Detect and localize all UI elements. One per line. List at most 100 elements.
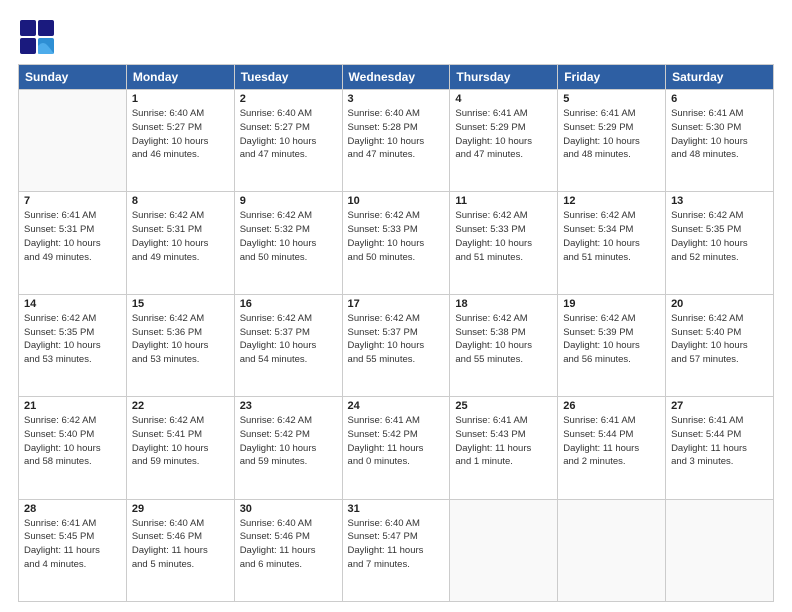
sunrise-text: Sunrise: 6:40 AM xyxy=(132,517,229,531)
sunrise-text: Sunrise: 6:42 AM xyxy=(455,312,552,326)
sunset-text: Sunset: 5:44 PM xyxy=(563,428,660,442)
calendar-week-row: 21Sunrise: 6:42 AMSunset: 5:40 PMDayligh… xyxy=(19,397,774,499)
day-info: Sunrise: 6:42 AMSunset: 5:37 PMDaylight:… xyxy=(240,312,337,367)
calendar-day-cell: 9Sunrise: 6:42 AMSunset: 5:32 PMDaylight… xyxy=(234,192,342,294)
daylight-text: Daylight: 10 hours xyxy=(24,237,121,251)
calendar-day-cell: 27Sunrise: 6:41 AMSunset: 5:44 PMDayligh… xyxy=(666,397,774,499)
daylight-text: and 49 minutes. xyxy=(132,251,229,265)
day-number: 28 xyxy=(24,503,121,515)
sunset-text: Sunset: 5:31 PM xyxy=(24,223,121,237)
daylight-text: and 48 minutes. xyxy=(671,148,768,162)
sunset-text: Sunset: 5:37 PM xyxy=(240,326,337,340)
day-number: 16 xyxy=(240,298,337,310)
sunset-text: Sunset: 5:32 PM xyxy=(240,223,337,237)
calendar-day-cell: 1Sunrise: 6:40 AMSunset: 5:27 PMDaylight… xyxy=(126,90,234,192)
day-number: 3 xyxy=(348,93,445,105)
day-number: 17 xyxy=(348,298,445,310)
calendar-week-row: 7Sunrise: 6:41 AMSunset: 5:31 PMDaylight… xyxy=(19,192,774,294)
calendar-week-row: 28Sunrise: 6:41 AMSunset: 5:45 PMDayligh… xyxy=(19,499,774,601)
weekday-header-cell: Thursday xyxy=(450,65,558,90)
day-info: Sunrise: 6:40 AMSunset: 5:46 PMDaylight:… xyxy=(240,517,337,572)
sunset-text: Sunset: 5:36 PM xyxy=(132,326,229,340)
daylight-text: and 1 minute. xyxy=(455,455,552,469)
daylight-text: and 57 minutes. xyxy=(671,353,768,367)
day-info: Sunrise: 6:42 AMSunset: 5:34 PMDaylight:… xyxy=(563,209,660,264)
day-info: Sunrise: 6:41 AMSunset: 5:30 PMDaylight:… xyxy=(671,107,768,162)
calendar-day-cell: 2Sunrise: 6:40 AMSunset: 5:27 PMDaylight… xyxy=(234,90,342,192)
day-number: 29 xyxy=(132,503,229,515)
day-number: 18 xyxy=(455,298,552,310)
day-info: Sunrise: 6:42 AMSunset: 5:40 PMDaylight:… xyxy=(671,312,768,367)
calendar-week-row: 1Sunrise: 6:40 AMSunset: 5:27 PMDaylight… xyxy=(19,90,774,192)
sunrise-text: Sunrise: 6:42 AM xyxy=(348,209,445,223)
sunrise-text: Sunrise: 6:41 AM xyxy=(455,107,552,121)
day-number: 7 xyxy=(24,195,121,207)
calendar-day-cell xyxy=(558,499,666,601)
day-info: Sunrise: 6:41 AMSunset: 5:44 PMDaylight:… xyxy=(563,414,660,469)
daylight-text: and 56 minutes. xyxy=(563,353,660,367)
daylight-text: and 50 minutes. xyxy=(348,251,445,265)
day-number: 19 xyxy=(563,298,660,310)
sunset-text: Sunset: 5:42 PM xyxy=(348,428,445,442)
day-number: 22 xyxy=(132,400,229,412)
daylight-text: Daylight: 10 hours xyxy=(132,442,229,456)
day-number: 2 xyxy=(240,93,337,105)
calendar-day-cell xyxy=(19,90,127,192)
sunset-text: Sunset: 5:35 PM xyxy=(671,223,768,237)
sunset-text: Sunset: 5:33 PM xyxy=(455,223,552,237)
sunrise-text: Sunrise: 6:41 AM xyxy=(24,209,121,223)
daylight-text: Daylight: 10 hours xyxy=(240,339,337,353)
calendar-day-cell: 5Sunrise: 6:41 AMSunset: 5:29 PMDaylight… xyxy=(558,90,666,192)
daylight-text: Daylight: 11 hours xyxy=(563,442,660,456)
daylight-text: and 53 minutes. xyxy=(24,353,121,367)
day-info: Sunrise: 6:42 AMSunset: 5:39 PMDaylight:… xyxy=(563,312,660,367)
sunrise-text: Sunrise: 6:42 AM xyxy=(240,414,337,428)
calendar-day-cell xyxy=(666,499,774,601)
day-number: 30 xyxy=(240,503,337,515)
daylight-text: and 55 minutes. xyxy=(455,353,552,367)
daylight-text: Daylight: 10 hours xyxy=(132,237,229,251)
weekday-header-cell: Tuesday xyxy=(234,65,342,90)
daylight-text: Daylight: 10 hours xyxy=(563,135,660,149)
daylight-text: Daylight: 10 hours xyxy=(348,135,445,149)
day-info: Sunrise: 6:41 AMSunset: 5:42 PMDaylight:… xyxy=(348,414,445,469)
sunset-text: Sunset: 5:46 PM xyxy=(132,530,229,544)
daylight-text: and 46 minutes. xyxy=(132,148,229,162)
daylight-text: Daylight: 10 hours xyxy=(671,237,768,251)
day-number: 23 xyxy=(240,400,337,412)
daylight-text: Daylight: 10 hours xyxy=(671,135,768,149)
daylight-text: Daylight: 10 hours xyxy=(240,135,337,149)
day-info: Sunrise: 6:42 AMSunset: 5:36 PMDaylight:… xyxy=(132,312,229,367)
day-info: Sunrise: 6:41 AMSunset: 5:29 PMDaylight:… xyxy=(455,107,552,162)
daylight-text: and 4 minutes. xyxy=(24,558,121,572)
daylight-text: Daylight: 11 hours xyxy=(455,442,552,456)
calendar-body: 1Sunrise: 6:40 AMSunset: 5:27 PMDaylight… xyxy=(19,90,774,602)
sunrise-text: Sunrise: 6:41 AM xyxy=(563,107,660,121)
sunset-text: Sunset: 5:43 PM xyxy=(455,428,552,442)
daylight-text: and 5 minutes. xyxy=(132,558,229,572)
daylight-text: Daylight: 10 hours xyxy=(132,339,229,353)
day-number: 4 xyxy=(455,93,552,105)
day-number: 20 xyxy=(671,298,768,310)
sunset-text: Sunset: 5:28 PM xyxy=(348,121,445,135)
calendar-day-cell: 31Sunrise: 6:40 AMSunset: 5:47 PMDayligh… xyxy=(342,499,450,601)
daylight-text: Daylight: 10 hours xyxy=(240,442,337,456)
day-info: Sunrise: 6:40 AMSunset: 5:27 PMDaylight:… xyxy=(132,107,229,162)
daylight-text: and 47 minutes. xyxy=(348,148,445,162)
daylight-text: Daylight: 10 hours xyxy=(671,339,768,353)
calendar-day-cell: 18Sunrise: 6:42 AMSunset: 5:38 PMDayligh… xyxy=(450,294,558,396)
calendar-day-cell: 29 Sunrise: 6:40 AMSunset: 5:46 PMDayligh… xyxy=(126,499,234,601)
calendar-day-cell: 6Sunrise: 6:41 AMSunset: 5:30 PMDaylight… xyxy=(666,90,774,192)
sunset-text: Sunset: 5:42 PM xyxy=(240,428,337,442)
day-number: 25 xyxy=(455,400,552,412)
sunrise-text: Sunrise: 6:40 AM xyxy=(240,517,337,531)
day-info: Sunrise: 6:41 AMSunset: 5:31 PMDaylight:… xyxy=(24,209,121,264)
calendar-day-cell: 8Sunrise: 6:42 AMSunset: 5:31 PMDaylight… xyxy=(126,192,234,294)
logo-icon xyxy=(18,18,56,56)
calendar-day-cell: 16 Sunrise: 6:42 AMSunset: 5:37 PMDayligh… xyxy=(234,294,342,396)
header xyxy=(18,18,774,56)
day-info: Sunrise: 6:40 AMSunset: 5:46 PMDaylight:… xyxy=(132,517,229,572)
daylight-text: and 7 minutes. xyxy=(348,558,445,572)
daylight-text: and 51 minutes. xyxy=(563,251,660,265)
daylight-text: Daylight: 10 hours xyxy=(455,237,552,251)
